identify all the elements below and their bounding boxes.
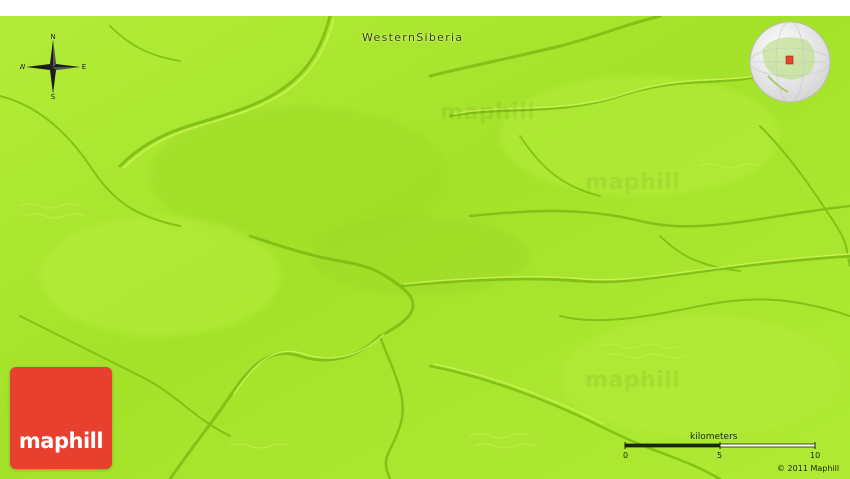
compass-rose-icon: N S W E [20,34,86,100]
compass-w: W [20,63,26,71]
watermark-1: maphill [440,100,536,125]
watermark-3: maphill [585,368,681,393]
region-label: WesternSiberia [362,31,464,44]
copyright-notice: © 2011 Maphill [777,464,840,473]
scale-bar-graphic [624,442,816,449]
maphill-logo[interactable]: maphill [10,367,112,469]
top-margin [0,0,850,16]
scale-tick-0: 0 [623,451,629,460]
compass-n: N [50,34,55,41]
scale-tick-5: 5 [717,451,723,460]
scale-tick-10: 10 [810,451,821,460]
compass-e: E [82,63,86,71]
terrain-relief[interactable] [0,16,850,479]
scale-bar: kilometers 0 5 10 [620,432,830,462]
physical-map[interactable]: maphill maphill maphill WesternSiberia N… [0,0,850,479]
logo-text: maphill [18,429,104,453]
compass-s: S [51,93,56,100]
locator-globe-icon[interactable] [748,20,832,104]
watermark-2: maphill [585,170,681,195]
